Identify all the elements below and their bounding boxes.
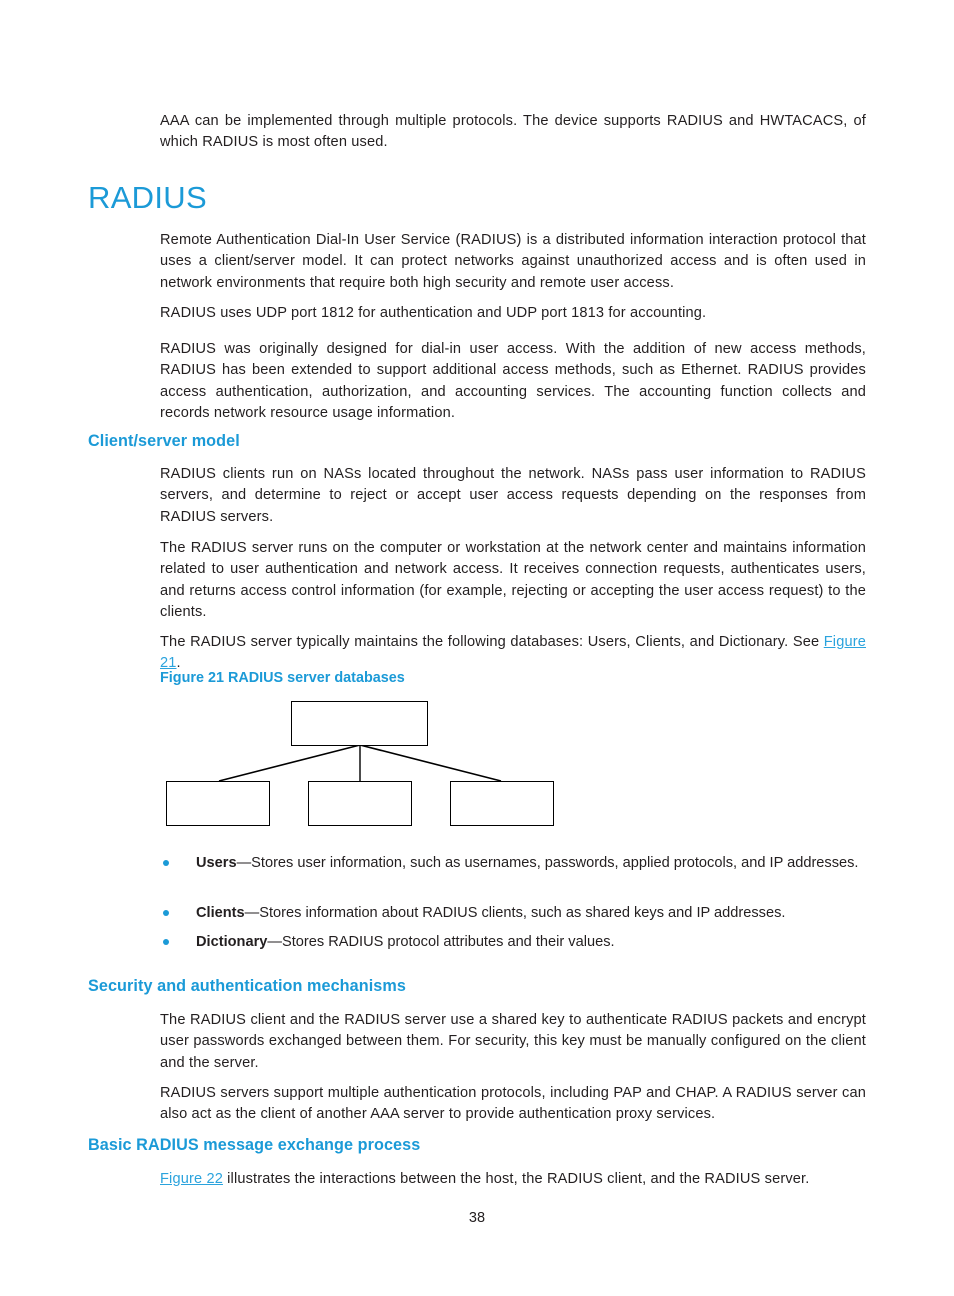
- overview-paragraph-2: RADIUS uses UDP port 1812 for authentica…: [160, 304, 707, 321]
- section-heading-security: Security and authentication mechanisms: [88, 977, 406, 996]
- paragraph-text-tail: illustrates the interactions between the…: [222, 1170, 810, 1187]
- list-item-description: —Stores user information, such as userna…: [236, 855, 859, 871]
- section-heading-message-exchange: Basic RADIUS message exchange process: [88, 1136, 421, 1155]
- figure-22-cross-reference[interactable]: Figure 22: [160, 1171, 223, 1187]
- client-server-paragraph-2: The RADIUS server runs on the computer o…: [160, 539, 866, 621]
- figure-box-dictionary: [450, 781, 554, 826]
- overview-paragraph-1: Remote Authentication Dial-In User Servi…: [160, 231, 866, 291]
- list-item-text: Users—Stores user information, such as u…: [196, 853, 866, 875]
- list-item-text: Dictionary—Stores RADIUS protocol attrib…: [196, 932, 866, 954]
- paragraph-text-lead: The RADIUS server typically maintains th…: [160, 633, 824, 650]
- figure-box-radius-server: [291, 701, 428, 746]
- bullet-icon: [163, 860, 169, 866]
- figure-box-clients: [308, 781, 412, 826]
- figure-21-caption: Figure 21 RADIUS server databases: [160, 670, 405, 686]
- figure-box-users: [166, 781, 270, 826]
- list-item-term: Dictionary: [196, 934, 268, 950]
- message-exchange-paragraph-1: Figure 22 illustrates the interactions b…: [160, 1169, 866, 1191]
- list-item: Dictionary—Stores RADIUS protocol attrib…: [160, 932, 866, 954]
- client-server-paragraph-1: RADIUS clients run on NASs located throu…: [160, 465, 866, 525]
- list-item-description: —Stores information about RADIUS clients…: [244, 905, 786, 921]
- list-item-term: Clients: [196, 905, 245, 921]
- section-heading-client-server: Client/server model: [88, 432, 240, 451]
- security-paragraph-1: The RADIUS client and the RADIUS server …: [160, 1011, 866, 1071]
- list-item-description: —Stores RADIUS protocol attributes and t…: [267, 934, 615, 950]
- bullet-icon: [163, 910, 169, 916]
- list-item: Users—Stores user information, such as u…: [160, 853, 866, 875]
- figure-21-diagram: [0, 694, 954, 839]
- list-item-term: Users: [196, 855, 237, 871]
- list-item-text: Clients—Stores information about RADIUS …: [196, 903, 866, 925]
- document-page: AAA can be implemented through multiple …: [0, 0, 954, 1296]
- page-number: 38: [468, 1210, 486, 1226]
- page-title: RADIUS: [88, 179, 207, 215]
- security-paragraph-2: RADIUS servers support multiple authenti…: [160, 1084, 866, 1123]
- bullet-icon: [163, 939, 169, 945]
- list-item: Clients—Stores information about RADIUS …: [160, 903, 866, 925]
- overview-paragraph-3: RADIUS was originally designed for dial-…: [160, 340, 866, 422]
- intro-paragraph: AAA can be implemented through multiple …: [160, 112, 866, 151]
